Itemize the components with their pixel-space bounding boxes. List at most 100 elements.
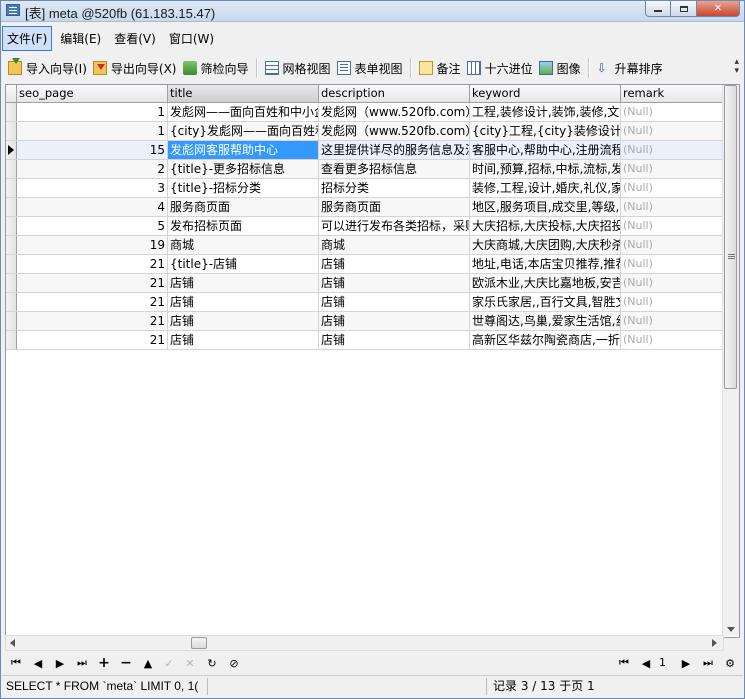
- table-row[interactable]: 21 店铺 店铺 家乐氏家居,,百行文具,智胜文 (Null): [6, 293, 723, 312]
- cell-title[interactable]: 商城: [168, 236, 319, 254]
- cell-keyword[interactable]: 时间,预算,招标,中标,流标,发: [470, 160, 621, 178]
- cell-seo-page[interactable]: 21: [17, 331, 168, 349]
- cell-description[interactable]: 店铺: [319, 312, 470, 330]
- hex-button[interactable]: 十六进位: [464, 57, 536, 79]
- prev-page-icon[interactable]: ◀: [639, 656, 653, 670]
- row-indicator[interactable]: [6, 179, 17, 197]
- row-indicator[interactable]: [6, 293, 17, 311]
- memo-button[interactable]: 备注: [416, 57, 464, 79]
- cell-description[interactable]: 商城: [319, 236, 470, 254]
- row-indicator[interactable]: [6, 122, 17, 140]
- cell-keyword[interactable]: 地区,服务项目,成交里,等级,: [470, 198, 621, 216]
- table-row[interactable]: 15 发彪网客服帮助中心 这里提供详尽的服务信息及注 客服中心,帮助中心,注册流程 (N…: [6, 141, 723, 160]
- last-record-icon[interactable]: ⏭: [75, 656, 89, 670]
- cell-remark[interactable]: (Null): [621, 217, 723, 235]
- cell-keyword[interactable]: 装修,工程,设计,婚庆,礼仪,家: [470, 179, 621, 197]
- cell-remark[interactable]: (Null): [621, 160, 723, 178]
- table-row[interactable]: 21 {title}-店铺 店铺 地址,电话,本店宝贝推荐,推荐 (Null): [6, 255, 723, 274]
- refresh-icon[interactable]: ↻: [205, 656, 219, 670]
- cell-remark[interactable]: (Null): [621, 255, 723, 273]
- next-record-icon[interactable]: ▶: [53, 656, 67, 670]
- table-row[interactable]: 3 {title}-招标分类 招标分类 装修,工程,设计,婚庆,礼仪,家 (Null): [6, 179, 723, 198]
- cell-title[interactable]: 店铺: [168, 293, 319, 311]
- cell-keyword[interactable]: 高新区华兹尔陶瓷商店,一折: [470, 331, 621, 349]
- cell-description[interactable]: 店铺: [319, 255, 470, 273]
- cell-keyword[interactable]: 地址,电话,本店宝贝推荐,推荐: [470, 255, 621, 273]
- cell-title[interactable]: 店铺: [168, 312, 319, 330]
- row-indicator[interactable]: [6, 274, 17, 292]
- cell-title[interactable]: 发布招标页面: [168, 217, 319, 235]
- form-view-button[interactable]: 表单视图: [334, 57, 406, 79]
- column-header-title[interactable]: title: [168, 85, 319, 102]
- row-indicator[interactable]: [6, 312, 17, 330]
- scroll-down-icon[interactable]: [727, 627, 735, 632]
- cell-seo-page[interactable]: 21: [17, 293, 168, 311]
- vertical-scroll-thumb[interactable]: [724, 85, 737, 389]
- cell-seo-page[interactable]: 1: [17, 103, 168, 121]
- cell-title[interactable]: {title}-招标分类: [168, 179, 319, 197]
- cell-remark[interactable]: (Null): [621, 122, 723, 140]
- cell-description[interactable]: 招标分类: [319, 179, 470, 197]
- cancel-changes-icon[interactable]: ✕: [183, 656, 197, 670]
- row-indicator[interactable]: [6, 198, 17, 216]
- table-row[interactable]: 21 店铺 店铺 欧派木业,大庆比嘉地板,安吉 (Null): [6, 274, 723, 293]
- apply-changes-icon[interactable]: ✓: [162, 656, 176, 670]
- table-row[interactable]: 2 {title}-更多招标信息 查看更多招标信息 时间,预算,招标,中标,流标,发(…: [6, 160, 723, 179]
- cell-description[interactable]: 发彪网（www.520fb.com）是: [319, 103, 470, 121]
- cell-remark[interactable]: (Null): [621, 312, 723, 330]
- cell-seo-page[interactable]: 19: [17, 236, 168, 254]
- row-indicator[interactable]: [6, 236, 17, 254]
- row-indicator[interactable]: [6, 331, 17, 349]
- row-indicator[interactable]: [6, 141, 17, 159]
- cell-title[interactable]: 发彪网——面向百姓和中小企: [168, 103, 319, 121]
- cell-seo-page[interactable]: 21: [17, 312, 168, 330]
- table-row[interactable]: 5 发布招标页面 可以进行发布各类招标，采购 大庆招标,大庆投标,大庆招投 (Null): [6, 217, 723, 236]
- page-settings-icon[interactable]: ⚙: [723, 656, 737, 670]
- cell-remark[interactable]: (Null): [621, 274, 723, 292]
- prev-record-icon[interactable]: ◀: [31, 656, 45, 670]
- cell-description[interactable]: 这里提供详尽的服务信息及注: [319, 141, 470, 159]
- image-button[interactable]: 图像: [536, 57, 584, 79]
- column-header-remark[interactable]: remark: [621, 85, 723, 102]
- edit-record-icon[interactable]: ▲: [141, 656, 155, 670]
- horizontal-scroll-thumb[interactable]: [191, 637, 207, 649]
- cell-seo-page[interactable]: 5: [17, 217, 168, 235]
- cell-remark[interactable]: (Null): [621, 141, 723, 159]
- cell-title[interactable]: 发彪网客服帮助中心: [168, 141, 319, 159]
- cell-keyword[interactable]: 工程,装修设计,装饰,装修,文: [470, 103, 621, 121]
- cell-keyword[interactable]: 家乐氏家居,,百行文具,智胜文: [470, 293, 621, 311]
- column-header-description[interactable]: description: [319, 85, 470, 102]
- add-record-icon[interactable]: +: [97, 655, 111, 671]
- stop-icon[interactable]: ⊘: [227, 656, 241, 670]
- row-indicator[interactable]: [6, 217, 17, 235]
- table-row[interactable]: 19 商城 商城 大庆商城,大庆团购,大庆秒杀 (Null): [6, 236, 723, 255]
- horizontal-scrollbar[interactable]: [5, 635, 724, 651]
- column-header-seo-page[interactable]: seo_page: [17, 85, 168, 102]
- maximize-button[interactable]: [671, 1, 697, 17]
- cell-remark[interactable]: (Null): [621, 293, 723, 311]
- scroll-left-icon[interactable]: [10, 639, 15, 647]
- first-record-icon[interactable]: ⏮: [9, 656, 23, 670]
- cell-seo-page[interactable]: 15: [17, 141, 168, 159]
- cell-description[interactable]: 服务商页面: [319, 198, 470, 216]
- cell-remark[interactable]: (Null): [621, 103, 723, 121]
- table-row[interactable]: 1发彪网——面向百姓和中小企发彪网（www.520fb.com）是工程,装修设计…: [6, 103, 723, 122]
- scroll-right-icon[interactable]: [712, 639, 717, 647]
- cell-title[interactable]: {city}发彪网——面向百姓和中: [168, 122, 319, 140]
- cell-seo-page[interactable]: 4: [17, 198, 168, 216]
- cell-seo-page[interactable]: 2: [17, 160, 168, 178]
- cell-title[interactable]: 服务商页面: [168, 198, 319, 216]
- vertical-scrollbar[interactable]: [722, 85, 739, 636]
- cell-seo-page[interactable]: 21: [17, 255, 168, 273]
- cell-keyword[interactable]: 世尊阁达,鸟巢,爱家生活馆,丝: [470, 312, 621, 330]
- grid-view-button[interactable]: 网格视图: [262, 57, 334, 79]
- table-row[interactable]: 21 店铺 店铺 高新区华兹尔陶瓷商店,一折 (Null): [6, 331, 723, 350]
- cell-remark[interactable]: (Null): [621, 198, 723, 216]
- cell-description[interactable]: 可以进行发布各类招标，采购: [319, 217, 470, 235]
- cell-description[interactable]: 店铺: [319, 331, 470, 349]
- cell-title[interactable]: {title}-更多招标信息: [168, 160, 319, 178]
- cell-description[interactable]: 查看更多招标信息: [319, 160, 470, 178]
- cell-remark[interactable]: (Null): [621, 331, 723, 349]
- minimize-button[interactable]: [645, 1, 671, 17]
- close-button[interactable]: ✕: [697, 1, 740, 17]
